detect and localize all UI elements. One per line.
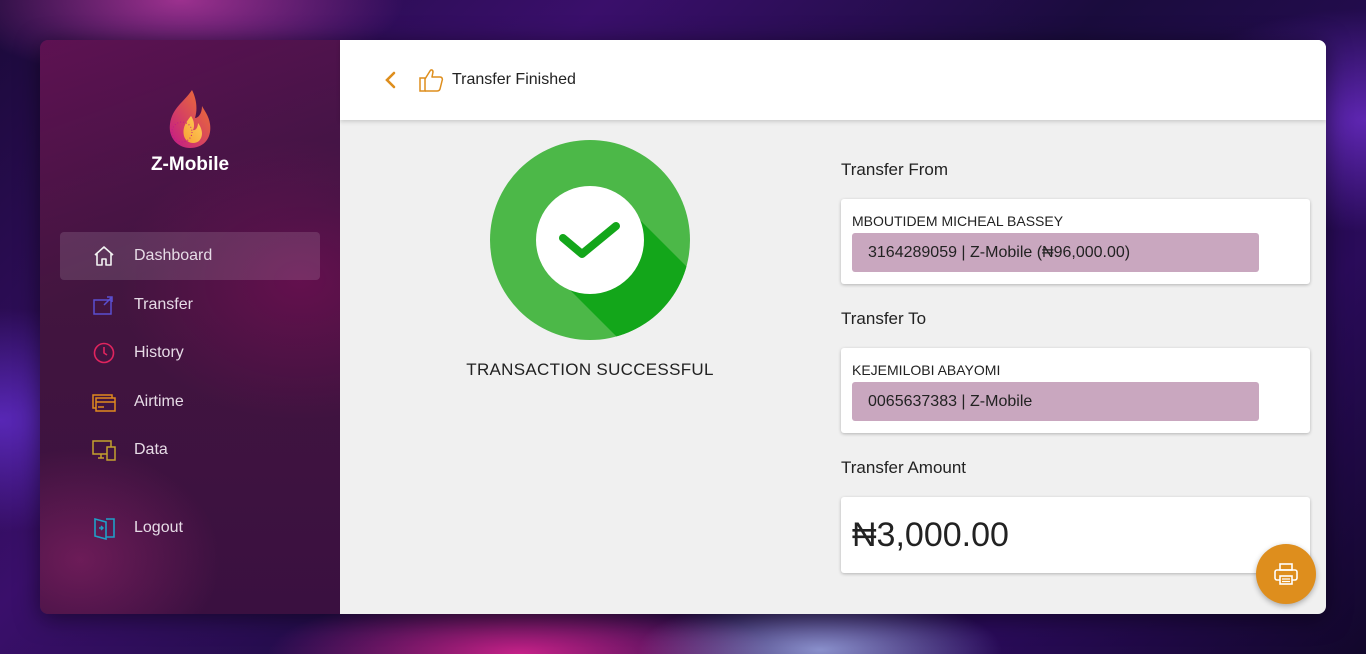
transfer-icon [92, 293, 116, 317]
print-button[interactable] [1256, 544, 1316, 604]
transfer-from-card: MBOUTIDEM MICHEAL BASSEY 3164289059 | Z-… [841, 199, 1310, 284]
app-window: Z-Mobile Dashboard Transfer History Airt… [40, 40, 1326, 614]
transfer-from-label: Transfer From [841, 160, 949, 179]
back-arrow-icon[interactable] [384, 70, 398, 90]
brand-name: Z-Mobile [150, 154, 230, 175]
sidebar-item-history[interactable]: History [60, 329, 320, 377]
home-icon [92, 244, 116, 268]
clock-icon [92, 341, 116, 365]
transfer-amount-label: Transfer Amount [841, 458, 967, 477]
logout-icon [92, 516, 116, 540]
sidebar-item-dashboard[interactable]: Dashboard [60, 232, 320, 280]
flame-logo-icon [169, 90, 211, 148]
recipient-account: 0065637383 | Z-Mobile [852, 382, 1259, 421]
sidebar-item-label: History [134, 344, 184, 361]
success-panel: TRANSACTION SUCCESSFUL [450, 140, 730, 380]
recipient-name: KEJEMILOBI ABAYOMI [852, 362, 1001, 378]
transfer-amount-card: ₦3,000.00 [841, 497, 1310, 573]
card-icon [92, 390, 116, 414]
sidebar-item-logout[interactable]: Logout [60, 504, 320, 552]
thumbs-up-icon [419, 69, 444, 92]
page-header: Transfer Finished [340, 40, 1326, 120]
sidebar: Z-Mobile Dashboard Transfer History Airt… [40, 40, 340, 614]
sidebar-item-label: Dashboard [134, 247, 213, 264]
transfer-amount-value: ₦3,000.00 [852, 515, 1009, 554]
sender-account: 3164289059 | Z-Mobile (₦96,000.00) [852, 233, 1259, 272]
devices-icon [92, 438, 116, 462]
sidebar-item-transfer[interactable]: Transfer [60, 281, 320, 329]
brand-logo: Z-Mobile [40, 88, 340, 176]
printer-icon [1274, 563, 1298, 585]
sidebar-item-airtime[interactable]: Airtime [60, 378, 320, 426]
main-content: Transfer Finished TRANSACTION SUCCESSFUL… [340, 40, 1326, 614]
sidebar-item-data[interactable]: Data [60, 426, 320, 474]
sender-name: MBOUTIDEM MICHEAL BASSEY [852, 213, 1064, 229]
success-message: TRANSACTION SUCCESSFUL [466, 360, 714, 379]
success-check-icon [490, 140, 690, 340]
page-title: Transfer Finished [452, 71, 576, 88]
sidebar-nav: Dashboard Transfer History Airtime Data … [60, 232, 320, 553]
transfer-details: Transfer From MBOUTIDEM MICHEAL BASSEY 3… [841, 160, 1310, 573]
sidebar-item-label: Data [134, 441, 168, 458]
transfer-to-card: KEJEMILOBI ABAYOMI 0065637383 | Z-Mobile [841, 348, 1310, 433]
sidebar-item-label: Transfer [134, 295, 193, 313]
sidebar-item-label: Airtime [134, 392, 184, 410]
sidebar-item-label: Logout [134, 519, 183, 536]
transfer-to-label: Transfer To [841, 309, 927, 328]
